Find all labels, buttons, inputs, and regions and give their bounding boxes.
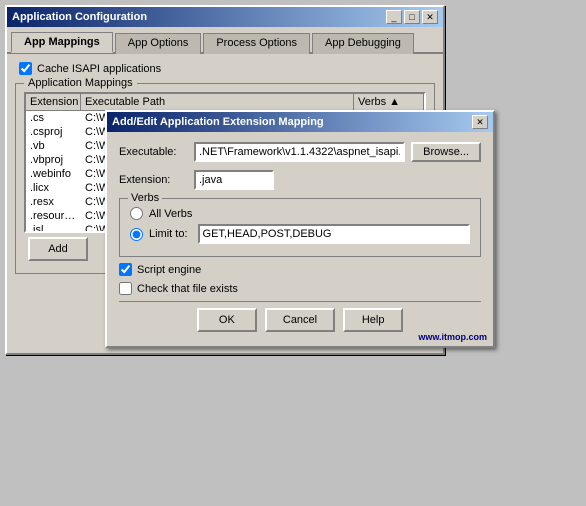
executable-row: Executable: Browse... <box>119 142 481 162</box>
verbs-group: Verbs All Verbs Limit to: <box>119 198 481 257</box>
col-verbs: Verbs ▲ <box>354 94 424 110</box>
dialog-title-text: Add/Edit Application Extension Mapping <box>112 116 324 128</box>
title-bar-buttons: _ □ ✕ <box>386 10 438 24</box>
all-verbs-label: All Verbs <box>149 208 192 220</box>
dialog-cancel-button[interactable]: Cancel <box>265 308 335 332</box>
dialog-buttons: OK Cancel Help <box>119 301 481 336</box>
main-window-title: Application Configuration <box>12 11 147 23</box>
check-file-label: Check that file exists <box>137 283 238 295</box>
script-engine-checkbox[interactable] <box>119 263 132 276</box>
extension-label: Extension: <box>119 174 194 186</box>
tab-bar: App Mappings App Options Process Options… <box>7 27 443 54</box>
cache-checkbox-row: Cache ISAPI applications <box>15 62 435 75</box>
tab-process-options[interactable]: Process Options <box>203 33 310 54</box>
col-path: Executable Path <box>81 94 354 110</box>
close-button[interactable]: ✕ <box>422 10 438 24</box>
all-verbs-radio[interactable] <box>130 207 143 220</box>
tab-app-options[interactable]: App Options <box>115 33 202 54</box>
limit-to-row: Limit to: <box>130 224 470 244</box>
check-file-row: Check that file exists <box>119 282 481 295</box>
limit-to-radio[interactable] <box>130 228 143 241</box>
dialog-close-button[interactable]: ✕ <box>472 115 488 129</box>
minimize-button[interactable]: _ <box>386 10 402 24</box>
cache-isapi-checkbox[interactable] <box>19 62 32 75</box>
col-extension: Extension <box>26 94 81 110</box>
watermark: www.itmop.com <box>418 332 487 342</box>
maximize-button[interactable]: □ <box>404 10 420 24</box>
limit-to-input[interactable] <box>198 224 470 244</box>
app-mappings-group-label: Application Mappings <box>24 77 137 89</box>
extension-input[interactable] <box>194 170 274 190</box>
executable-input[interactable] <box>194 142 405 162</box>
check-file-checkbox[interactable] <box>119 282 132 295</box>
verbs-group-label: Verbs <box>128 192 162 204</box>
main-title-bar: Application Configuration _ □ ✕ <box>7 7 443 27</box>
executable-label: Executable: <box>119 146 194 158</box>
tab-app-mappings[interactable]: App Mappings <box>11 32 113 53</box>
limit-to-label: Limit to: <box>149 228 188 240</box>
browse-button[interactable]: Browse... <box>411 142 481 162</box>
dialog-ok-button[interactable]: OK <box>197 308 257 332</box>
dialog-content: Executable: Browse... Extension: Verbs A… <box>107 132 493 346</box>
dialog-title-bar: Add/Edit Application Extension Mapping ✕ <box>107 112 493 132</box>
dialog-help-button[interactable]: Help <box>343 308 403 332</box>
cache-isapi-label: Cache ISAPI applications <box>37 63 161 75</box>
add-edit-dialog: Add/Edit Application Extension Mapping ✕… <box>105 110 495 348</box>
script-engine-row: Script engine <box>119 263 481 276</box>
tab-app-debugging[interactable]: App Debugging <box>312 33 414 54</box>
script-engine-label: Script engine <box>137 264 201 276</box>
all-verbs-row: All Verbs <box>130 207 470 220</box>
extension-row: Extension: <box>119 170 481 190</box>
listview-header: Extension Executable Path Verbs ▲ <box>26 94 424 111</box>
add-button[interactable]: Add <box>28 237 88 261</box>
